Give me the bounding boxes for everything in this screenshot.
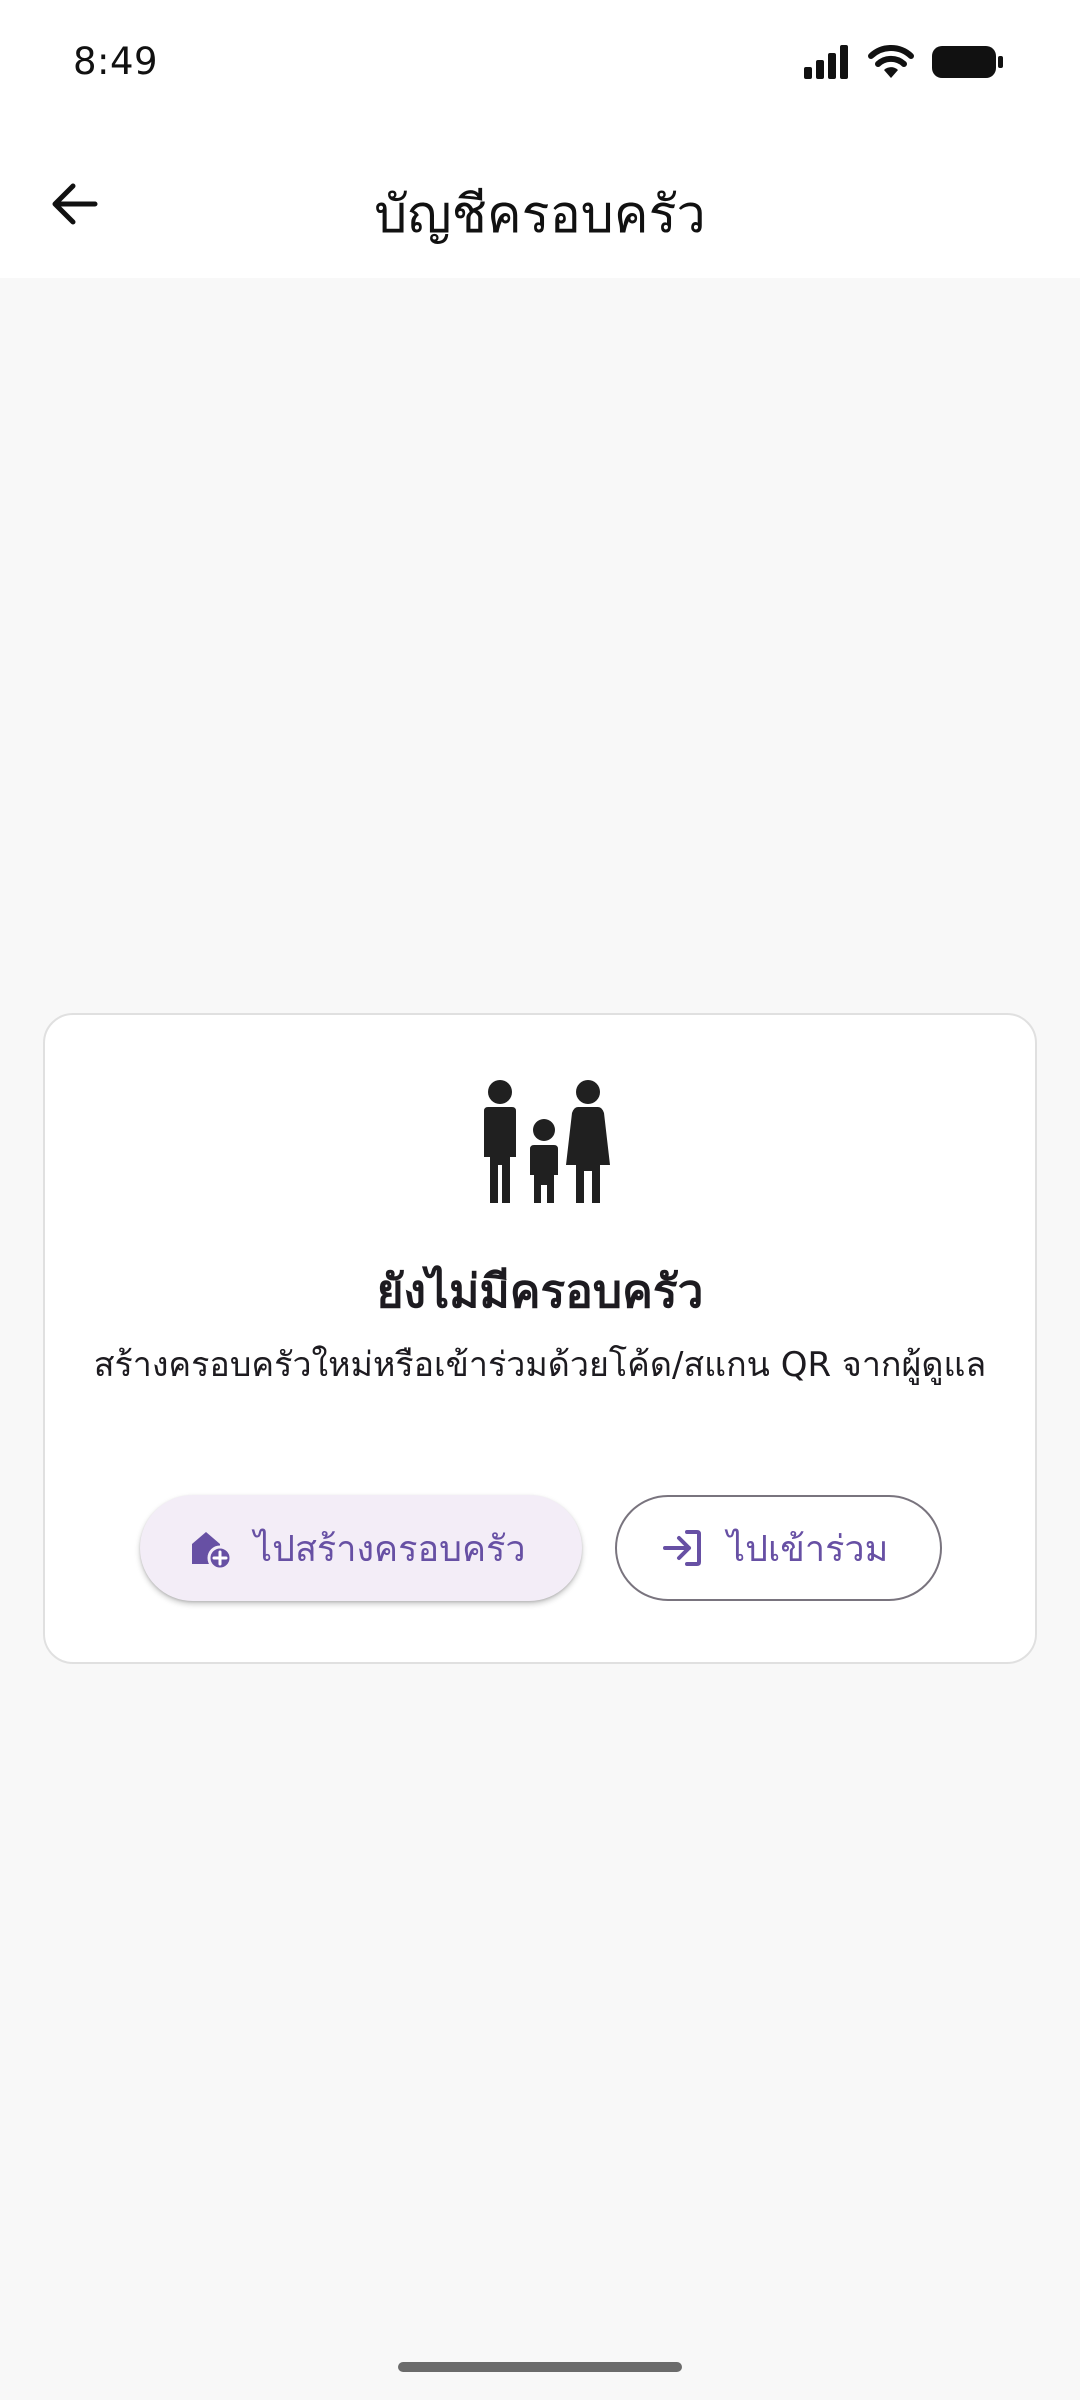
page-title: บัญชีครอบครัว <box>374 185 706 245</box>
status-icons <box>804 42 1004 86</box>
empty-state-card: ยังไม่มีครอบครัว สร้างครอบครัวใหม่หรือเข… <box>43 1013 1037 1664</box>
create-family-label: ไปสร้างครอบครัว <box>254 1528 526 1570</box>
create-family-button[interactable]: ไปสร้างครอบครัว <box>140 1495 582 1601</box>
battery-icon <box>932 44 1004 84</box>
login-icon <box>661 1526 705 1570</box>
join-family-button[interactable]: ไปเข้าร่วม <box>615 1495 942 1601</box>
home-indicator[interactable] <box>398 2362 682 2372</box>
family-icon <box>484 1080 610 1203</box>
app-bar: บัญชีครอบครัว <box>0 130 1080 278</box>
signal-icon <box>804 45 850 83</box>
status-time: 8:49 <box>73 40 159 83</box>
status-bar: 8:49 <box>0 0 1080 130</box>
empty-state-description: สร้างครอบครัวใหม่หรือเข้าร่วมด้วยโค้ด/สแ… <box>93 1345 987 1385</box>
wifi-icon <box>868 44 914 84</box>
empty-state-title: ยังไม่มีครอบครัว <box>376 1264 704 1318</box>
screen: 8:49 บัญชีครอบครัว ยังไม่มีครอบครัว สร้า… <box>0 0 1080 2400</box>
add-home-icon <box>188 1526 232 1570</box>
join-family-label: ไปเข้าร่วม <box>727 1528 889 1570</box>
